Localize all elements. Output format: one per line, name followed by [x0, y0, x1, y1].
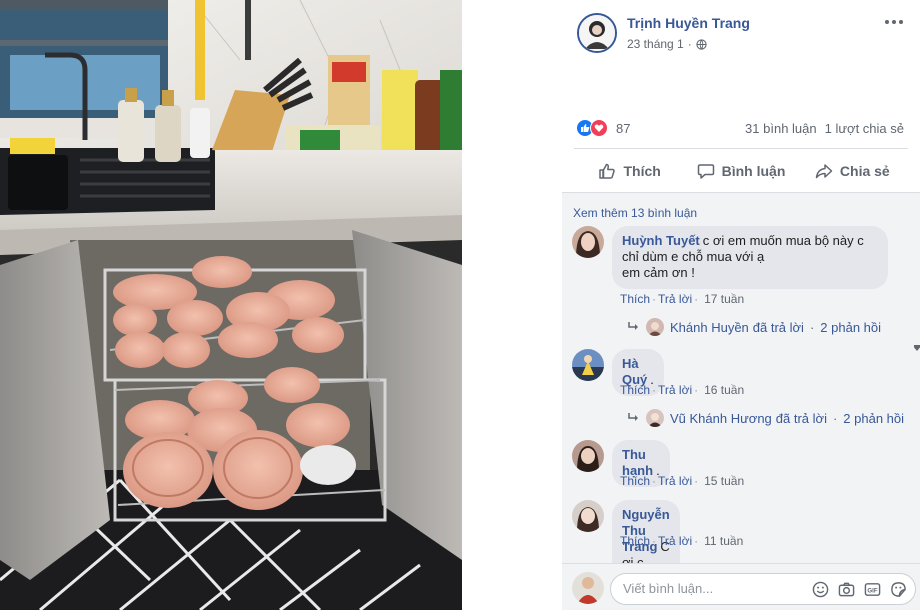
comment-like-link[interactable]: Thích [620, 292, 650, 306]
replier-name: Khánh Huyền [670, 319, 749, 335]
post-actions: Thích Bình luận Chia sẻ [574, 152, 908, 190]
comment-actions: Thích · Trả lời · 17 tuần [620, 292, 745, 306]
like-button[interactable]: Thích [574, 152, 685, 190]
comment-text: chỉ dùm e chỗ mua với ạ [622, 249, 765, 264]
comment-icon [697, 164, 714, 179]
replier-name: Vũ Khánh Hương [670, 410, 772, 426]
comment-label: Bình luận [721, 163, 786, 179]
sticker-icon[interactable] [889, 580, 907, 598]
svg-text:GIF: GIF [867, 587, 877, 594]
comment-reply-link[interactable]: Trả lời [658, 474, 692, 488]
reply-summary[interactable]: Vũ Khánh Hương đã trả lời · 2 phản hồi [628, 409, 904, 427]
reply-arrow-icon [628, 413, 638, 421]
post-photo[interactable] [0, 0, 462, 610]
share-icon [815, 164, 833, 179]
share-label: Chia sẻ [839, 163, 890, 179]
see-more-comments-link[interactable]: Xem thêm 13 bình luận [573, 206, 697, 220]
emoji-icon[interactable] [811, 580, 829, 598]
current-user-avatar[interactable] [572, 572, 604, 604]
comment-time[interactable]: 16 tuần [704, 383, 744, 397]
composer-tools: GIF [811, 580, 907, 598]
reaction-count[interactable]: 87 [616, 121, 630, 136]
author-name[interactable]: Trịnh Huyền Trang [627, 15, 750, 31]
comment-actions: Thích · Trả lời · 15 tuần [620, 474, 745, 488]
comment-reply-link[interactable]: Trả lời [658, 292, 692, 306]
camera-icon[interactable] [837, 580, 855, 598]
commenter-avatar[interactable] [572, 440, 604, 472]
like-label: Thích [623, 163, 661, 179]
comment-text: c ơi em muốn mua bộ này c [702, 233, 864, 248]
commenter-avatar[interactable] [572, 500, 604, 532]
separator-dot: · [832, 410, 838, 426]
globe-icon [696, 38, 707, 50]
gif-icon[interactable]: GIF [863, 580, 881, 598]
comment-reply-link[interactable]: Trả lời [658, 534, 692, 548]
reply-count: 2 phản hồi [820, 319, 882, 335]
author-avatar[interactable] [577, 13, 617, 53]
post-meta: 23 tháng 1 · [627, 37, 707, 51]
comment-time[interactable]: 15 tuần [704, 474, 744, 488]
replier-avatar [646, 409, 664, 427]
post-header: Trịnh Huyền Trang 23 tháng 1 · [562, 0, 920, 60]
comment-author[interactable]: Huỳnh Tuyết [622, 233, 700, 248]
like-icon [599, 163, 616, 179]
commenter-avatar[interactable] [572, 349, 604, 381]
comment-bubble: Huỳnh Tuyết c ơi em muốn mua bộ này c chỉ… [612, 226, 888, 289]
comments-list: Xem thêm 13 bình luận Huỳnh Tuyết c ơi em… [562, 193, 920, 563]
post-panel: Trịnh Huyền Trang 23 tháng 1 · 87 31 bìn… [562, 0, 920, 610]
comment-bubble: Nguyễn Thu TrangC ơi c mua ở đâu vậy ạ [612, 500, 680, 563]
scrollbar[interactable] [912, 340, 920, 351]
share-button[interactable]: Chia sẻ [797, 152, 908, 190]
comment-input-box[interactable]: GIF [610, 573, 916, 605]
kitchen-cabinet-photo [0, 0, 462, 610]
comment-count[interactable]: 31 bình luận [745, 121, 817, 136]
post-date[interactable]: 23 tháng 1 [627, 37, 684, 51]
comment-text: em cảm ơn ! [622, 265, 695, 280]
reply-arrow-icon [628, 322, 638, 330]
reaction-icons[interactable] [576, 119, 608, 137]
reply-text: đã trả lời [775, 410, 827, 426]
share-count[interactable]: 1 lượt chia sẻ [825, 121, 904, 136]
love-reaction-icon [590, 119, 608, 137]
comment-reply-link[interactable]: Trả lời [658, 383, 692, 397]
comment-like-link[interactable]: Thích [620, 474, 650, 488]
separator-dot: · [687, 37, 692, 51]
reactions-bar: 87 31 bình luận 1 lượt chia sẻ [562, 116, 920, 140]
reply-text: đã trả lời [752, 319, 804, 335]
replier-avatar [646, 318, 664, 336]
divider [574, 148, 908, 149]
comment-button[interactable]: Bình luận [685, 152, 796, 190]
comment-like-link[interactable]: Thích [620, 383, 650, 397]
reply-count: 2 phản hồi [843, 410, 905, 426]
author-avatar-image [579, 15, 615, 51]
comment-input[interactable] [623, 581, 783, 596]
post-stats: 31 bình luận 1 lượt chia sẻ [745, 121, 904, 136]
comment-like-link[interactable]: Thích [620, 534, 650, 548]
more-icon[interactable] [882, 12, 906, 32]
separator-dot: · [809, 319, 815, 335]
comment-actions: Thích · Trả lời · 11 tuần [620, 534, 744, 548]
reply-summary[interactable]: Khánh Huyền đã trả lời · 2 phản hồi [628, 318, 881, 336]
comment-actions: Thích · Trả lời · 16 tuần [620, 383, 745, 397]
comment-composer: GIF [562, 563, 920, 610]
comment-time[interactable]: 17 tuần [704, 292, 744, 306]
commenter-avatar[interactable] [572, 226, 604, 258]
comment-time[interactable]: 11 tuần [704, 534, 743, 548]
